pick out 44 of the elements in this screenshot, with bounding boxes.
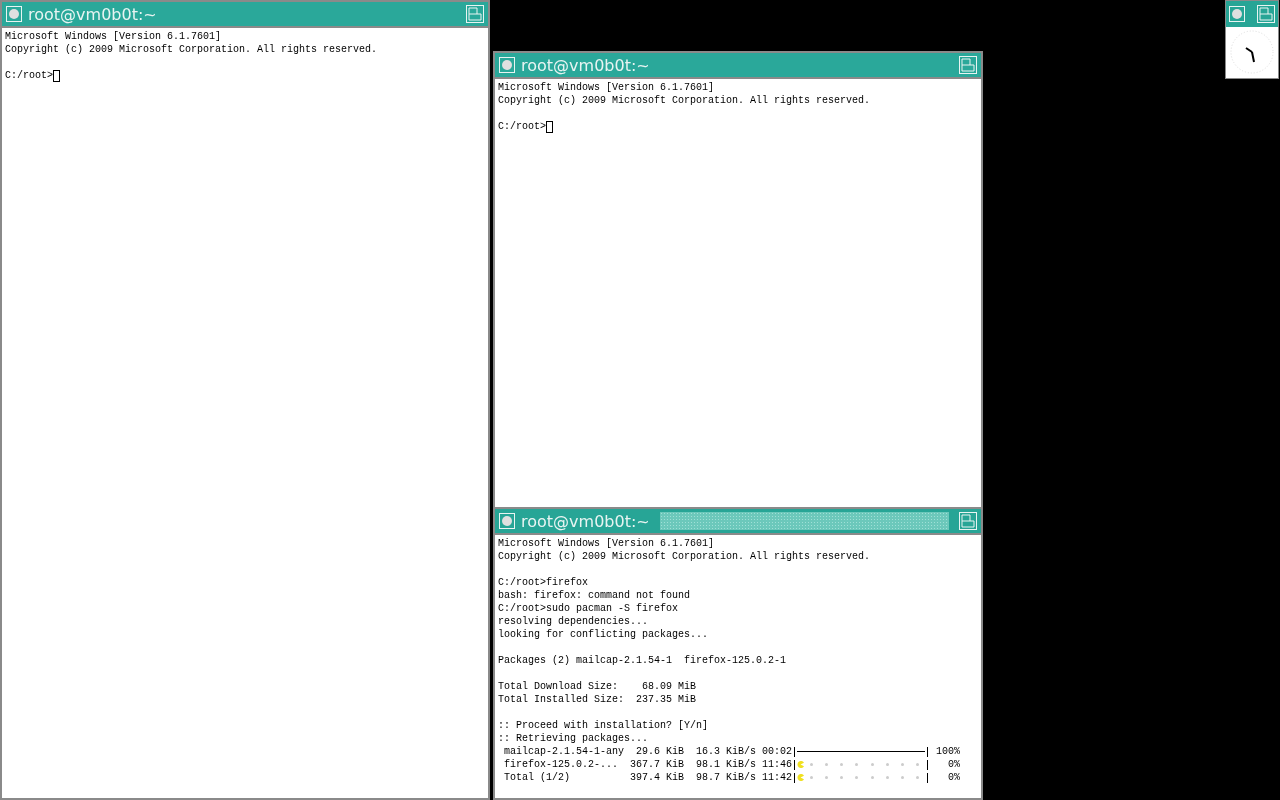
package-name: firefox-125.0.2-... — [504, 758, 620, 771]
download-eta: 11:42 — [761, 771, 792, 784]
terminal-line: Packages (2) mailcap-2.1.54-1 firefox-125.0.2-1 — [498, 654, 787, 667]
download-eta: 00:02 — [761, 745, 792, 758]
terminal-line: Total Installed Size: 237.35 MiB — [498, 693, 697, 706]
maximize-icon[interactable] — [1257, 5, 1275, 23]
terminal-line: Total Download Size: 68.09 MiB — [498, 680, 697, 693]
download-size: 367.7 KiB — [629, 758, 684, 771]
terminal-line: Copyright (c) 2009 Microsoft Corporation. All rights reserved. — [498, 94, 871, 107]
download-eta: 11:46 — [761, 758, 792, 771]
terminal-line: Microsoft Windows [Version 6.1.7601] — [498, 81, 715, 94]
download-percent: 0% — [947, 758, 960, 771]
terminal-line: bash: firefox: command not found — [498, 589, 691, 602]
download-speed: 16.3 KiB/s — [695, 745, 756, 758]
terminal-line: :: Retrieving packages... — [498, 732, 649, 745]
terminal-line: C:/root>sudo pacman -S firefox — [498, 602, 679, 615]
terminal-line: Microsoft Windows [Version 6.1.7601] — [498, 537, 715, 550]
maximize-icon[interactable] — [466, 5, 484, 23]
terminal-line: resolving dependencies... — [498, 615, 649, 628]
terminal-line: looking for conflicting packages... — [498, 628, 709, 641]
terminal-line: C:/root> — [5, 69, 53, 82]
terminal-line: Copyright (c) 2009 Microsoft Corporation. All rights reserved. — [5, 43, 378, 56]
download-percent: 100% — [935, 745, 960, 758]
terminal-line: C:/root>firefox — [498, 576, 588, 589]
terminal-line: C:/root> — [498, 120, 546, 133]
window-title: root@vm0b0t:~ — [521, 55, 650, 75]
package-name: mailcap-2.1.54-1-any — [504, 745, 624, 758]
terminal-line: :: Proceed with installation? [Y/n] — [498, 719, 709, 732]
window-menu-icon[interactable] — [499, 513, 515, 529]
maximize-icon[interactable] — [959, 56, 977, 74]
package-name: Total (1/2) — [504, 771, 571, 784]
download-speed: 98.1 KiB/s — [695, 758, 756, 771]
window-menu-icon[interactable] — [6, 6, 22, 22]
download-percent: 0% — [947, 771, 960, 784]
window-title: root@vm0b0t:~ — [28, 4, 157, 24]
window-menu-icon[interactable] — [1229, 6, 1245, 22]
window-menu-icon[interactable] — [499, 57, 515, 73]
maximize-icon[interactable] — [959, 512, 977, 530]
download-speed: 98.7 KiB/s — [695, 771, 756, 784]
terminal-line: Copyright (c) 2009 Microsoft Corporation. All rights reserved. — [498, 550, 871, 563]
window-title: root@vm0b0t:~ — [521, 511, 650, 531]
download-size: 29.6 KiB — [635, 745, 684, 758]
terminal-line: Microsoft Windows [Version 6.1.7601] — [5, 30, 222, 43]
download-size: 397.4 KiB — [629, 771, 684, 784]
